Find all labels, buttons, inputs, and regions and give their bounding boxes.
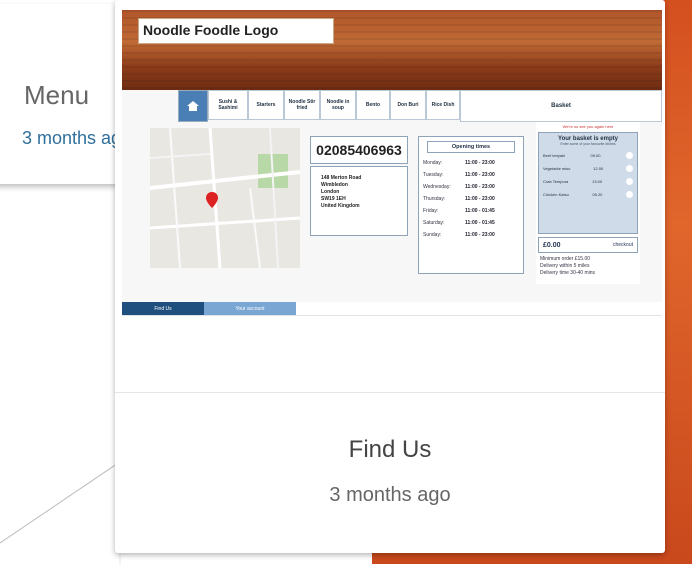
nav-item-starters[interactable]: Starters <box>248 90 284 120</box>
site-navbar: Sushi & Sashimi Starters Noodle Stir fri… <box>178 90 662 122</box>
location-map[interactable] <box>150 128 300 268</box>
add-icon[interactable] <box>626 152 633 159</box>
opening-times-title: Opening times <box>427 141 515 153</box>
hours-row: Thursday: 11:00 - 23:00 <box>423 196 495 202</box>
min-order-text: Minimum order £15.00 <box>540 256 591 262</box>
delivery-radius-text: Delivery within 5 miles <box>540 263 590 269</box>
basket-total: £0.00 <box>543 241 561 249</box>
delivery-info: Minimum order £15.00 Delivery within 5 m… <box>540 256 636 277</box>
basket-item[interactable]: Chicken Katsu 05.20 <box>543 191 633 198</box>
basket-panel: We're so see you again here Your basket … <box>536 122 640 284</box>
basket-total-row: £0.00 checkout <box>538 237 638 253</box>
card-timestamp: 3 months ago <box>329 484 451 506</box>
basket-contents: Your basket is empty Enter some of your … <box>538 132 638 234</box>
address-box: 148 Merton Road Wimbledon London SW19 1E… <box>310 166 408 236</box>
basket-header[interactable]: Basket <box>460 90 662 122</box>
address-line: 148 Merton Road <box>321 175 362 181</box>
nav-item-sushi[interactable]: Sushi & Sashimi <box>208 90 248 120</box>
add-icon[interactable] <box>625 178 633 185</box>
find-us-thumbnail[interactable]: Noodle Foodle Logo Sushi & Sashimi Start… <box>122 10 662 302</box>
nav-item-bento[interactable]: Bento <box>356 90 390 120</box>
hours-row: Sunday: 11:00 - 23:00 <box>423 232 495 238</box>
address-line: London <box>321 189 340 195</box>
logo-text: Noodle Foodle Logo <box>143 22 279 38</box>
wood-banner: Noodle Foodle Logo <box>122 10 662 90</box>
opening-times: Opening times Monday: 11:00 - 23:00 Tuesd… <box>418 136 524 274</box>
add-icon[interactable] <box>626 165 633 172</box>
address-line: SW19 1EH <box>321 196 346 202</box>
basket-item[interactable]: Vegetable miso 12.00 <box>543 165 633 172</box>
address-line: Wimbledon <box>321 182 348 188</box>
nav-item-noodle-soup[interactable]: Noodle in soup <box>320 90 356 120</box>
find-us-card[interactable]: Noodle Foodle Logo Sushi & Sashimi Start… <box>115 0 665 553</box>
basket-item[interactable]: Beef teriyaki 09.00 <box>543 152 633 159</box>
card-title[interactable]: Find Us <box>115 436 665 464</box>
menu-card-title[interactable]: Menu <box>24 80 89 111</box>
nav-item-noodle-stir-fried[interactable]: Noodle Stir fried <box>284 90 320 120</box>
divider <box>115 392 665 393</box>
tab-find-us[interactable]: Find Us <box>122 302 204 316</box>
nav-item-rice-dish[interactable]: Rice Dish <box>426 90 460 120</box>
thumbnail-tabbar: Find Us Your account <box>122 302 662 316</box>
tab-your-account[interactable]: Your account <box>204 302 296 316</box>
basket-item[interactable]: Crab Tempura 13.00 <box>543 178 633 185</box>
home-icon <box>187 101 199 111</box>
address-line: United Kingdom <box>321 203 360 209</box>
hours-row: Friday: 11:00 - 01:45 <box>423 208 495 214</box>
logo-box: Noodle Foodle Logo <box>138 18 334 44</box>
home-button[interactable] <box>178 90 208 122</box>
checkout-button[interactable]: checkout <box>613 242 633 248</box>
divider <box>122 315 662 316</box>
hours-row: Saturday: 11:00 - 01:45 <box>423 220 495 226</box>
delivery-time-text: Delivery time 30-40 mins <box>540 270 596 276</box>
nav-item-don-buri[interactable]: Don Buri <box>390 90 426 120</box>
hours-row: Monday: 11:00 - 23:00 <box>423 160 495 166</box>
hours-row: Tuesday: 11:00 - 23:00 <box>423 172 495 178</box>
add-icon[interactable] <box>626 191 633 198</box>
basket-empty-subtitle: Enter some of your favourite dishes <box>560 142 616 146</box>
phone-number: 02085406963 <box>310 136 408 164</box>
basket-note: We're so see you again here <box>562 124 614 129</box>
hours-row: Wednesday: 11:00 - 23:00 <box>423 184 495 190</box>
